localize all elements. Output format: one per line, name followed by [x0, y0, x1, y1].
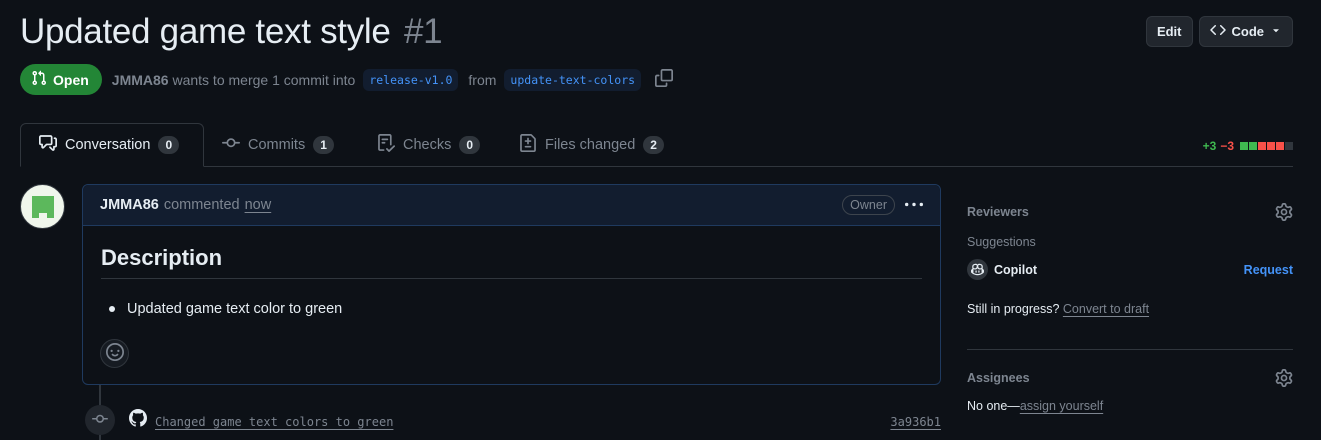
tab-commits[interactable]: Commits 1	[204, 123, 352, 167]
diffstat: +3 −3	[1203, 139, 1293, 153]
diffstat-block-del	[1258, 142, 1266, 150]
edit-button-label: Edit	[1156, 24, 1182, 39]
comment-discussion-icon	[39, 134, 57, 156]
suggested-reviewer-row: Copilot Request	[967, 259, 1293, 280]
tab-files-changed-label: Files changed	[545, 137, 636, 153]
assignees-heading: Assignees	[967, 371, 1030, 385]
edit-button[interactable]: Edit	[1145, 16, 1193, 47]
tab-conversation[interactable]: Conversation 0	[20, 123, 204, 167]
github-mark-icon[interactable]	[129, 409, 147, 430]
list-item-text: Updated game text color to green	[127, 301, 343, 317]
comment-author[interactable]: JMMA86	[100, 197, 159, 213]
reviewers-heading: Reviewers	[967, 205, 1029, 219]
draft-prompt: Still in progress?	[967, 302, 1060, 316]
code-icon	[1209, 22, 1226, 41]
header-actions: Edit Code	[1145, 16, 1293, 47]
request-review-button[interactable]: Request	[1244, 263, 1293, 277]
kebab-horizontal-icon[interactable]	[905, 196, 923, 214]
comment-timestamp[interactable]: now	[245, 197, 272, 213]
tab-files-changed[interactable]: Files changed 2	[501, 123, 682, 167]
pr-title-text: Updated game text style	[20, 12, 391, 51]
owner-badge: Owner	[842, 195, 895, 215]
suggested-reviewer-name: Copilot	[994, 262, 1038, 277]
draft-row: Still in progress? Convert to draft	[967, 302, 1293, 316]
checklist-icon	[377, 134, 396, 156]
list-item: Updated game text color to green	[101, 301, 922, 317]
tab-files-changed-counter: 2	[643, 136, 664, 154]
comment-header: JMMA86 commented now Owner	[83, 185, 940, 226]
pr-number: #1	[403, 12, 443, 51]
reviewer-suggestions-label: Suggestions	[967, 235, 1036, 249]
tab-checks-counter: 0	[459, 136, 481, 154]
timeline-commit-badge	[85, 405, 115, 435]
copy-icon[interactable]	[655, 69, 674, 90]
pr-meta: Open JMMA86 wants to merge 1 commit into…	[20, 64, 674, 95]
pr-author-link[interactable]: JMMA86	[112, 72, 169, 88]
smiley-icon	[105, 343, 124, 364]
tab-checks[interactable]: Checks 0	[359, 123, 498, 167]
tab-commits-label: Commits	[248, 137, 306, 153]
comment-body: Description Updated game text color to g…	[83, 245, 940, 317]
head-branch[interactable]: update-text-colors	[504, 68, 642, 91]
gear-icon[interactable]	[1275, 369, 1293, 390]
bullet-dot	[109, 306, 115, 312]
assignees-none: No one—	[967, 399, 1020, 413]
sidebar-divider	[967, 349, 1293, 350]
diffstat-blocks	[1240, 142, 1293, 150]
assignees-section: Assignees No one—assign yourself	[967, 369, 1293, 413]
git-commit-icon	[92, 411, 108, 430]
merge-text: wants to merge 1 commit into	[172, 71, 356, 88]
code-button-label: Code	[1231, 24, 1265, 39]
commit-sha-link[interactable]: 3a936b1	[890, 415, 941, 429]
diffstat-block-add	[1240, 142, 1248, 150]
description-heading: Description	[101, 245, 922, 279]
tab-checks-label: Checks	[403, 137, 452, 153]
pr-description-comment: JMMA86 commented now Owner Description U…	[82, 184, 941, 385]
comment-action: commented	[163, 197, 240, 213]
add-reaction-button[interactable]	[100, 339, 129, 368]
diffstat-block-del	[1267, 142, 1275, 150]
pr-title: Updated game text style #1	[20, 12, 443, 52]
tab-commits-counter: 1	[313, 136, 334, 154]
state-badge: Open	[20, 64, 102, 95]
assign-yourself-link[interactable]: assign yourself	[1020, 399, 1103, 413]
diffstat-additions: +3	[1202, 139, 1217, 153]
git-pull-request-icon	[31, 70, 47, 89]
commit-message-link[interactable]: Changed game text colors to green	[155, 415, 393, 429]
diffstat-block-neutral	[1285, 142, 1293, 150]
tab-conversation-label: Conversation	[65, 137, 151, 153]
reviewers-section: Reviewers Suggestions Copilot Request St…	[967, 203, 1293, 316]
diffstat-block-add	[1249, 142, 1257, 150]
code-button[interactable]: Code	[1198, 16, 1293, 47]
state-label: Open	[53, 71, 89, 88]
convert-to-draft-link[interactable]: Convert to draft	[1063, 302, 1149, 316]
triangle-down-icon	[1270, 24, 1282, 39]
avatar-identicon-notch	[39, 213, 47, 219]
diffstat-block-del	[1276, 142, 1284, 150]
assignees-row: No one—assign yourself	[967, 399, 1293, 413]
from-text: from	[468, 71, 497, 88]
diffstat-deletions: −3	[1220, 139, 1234, 153]
file-diff-icon	[519, 134, 537, 156]
git-commit-icon	[222, 134, 240, 156]
base-branch[interactable]: release-v1.0	[363, 68, 459, 91]
avatar[interactable]	[20, 184, 65, 229]
tab-conversation-counter: 0	[158, 136, 180, 154]
copilot-icon	[967, 259, 988, 280]
gear-icon[interactable]	[1275, 203, 1293, 224]
merge-description: JMMA86 wants to merge 1 commit into	[112, 72, 356, 88]
